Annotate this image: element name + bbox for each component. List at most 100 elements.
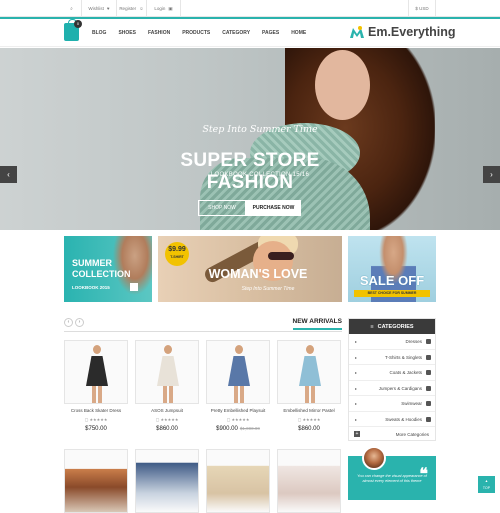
product-rating: ▢ ★★★★★ — [226, 417, 250, 422]
product-card[interactable]: ASOS Jumpsuit ▢ ★★★★★ $860.00 — [135, 340, 199, 432]
carousel-next-button[interactable]: › — [75, 318, 84, 327]
more-categories-link[interactable]: + More Categories — [349, 427, 435, 442]
product-image[interactable] — [64, 449, 128, 513]
testimonial-text: You can change the visual appearance of … — [357, 474, 427, 483]
nav-item-pages[interactable]: PAGES — [256, 30, 285, 36]
category-item-swimwear[interactable]: ▸ Swimwear — [349, 396, 435, 412]
avatar — [362, 446, 386, 470]
dress-figure — [296, 345, 324, 403]
hero-slider: Step Into Summer Time SUPER STORE FASHIO… — [0, 48, 500, 230]
hero-collection: LOOKBOOK COLLECTION 15/16 — [210, 172, 310, 178]
logo-icon — [350, 26, 364, 38]
categories-panel: ≡ CATEGORIES ▸ Dresses ▸ T-Shirts & Single… — [348, 318, 436, 441]
wishlist-label: Wishlist — [88, 6, 104, 11]
heart-icon: ♥ — [106, 6, 110, 11]
category-item-jumpers[interactable]: ▸ Jumpers & Cardigans — [349, 381, 435, 396]
dress-figure — [83, 345, 111, 403]
category-icon — [426, 416, 431, 422]
top-bar: ⌕ Wishlist ♥ Register ☺ Login ▣ $ USD — [0, 0, 500, 17]
list-icon: ≡ — [370, 323, 374, 330]
product-rating: ▢ ★★★★★ — [155, 417, 179, 422]
nav-item-category[interactable]: CATEGORY — [216, 30, 256, 36]
search-button[interactable]: ⌕ — [62, 0, 82, 17]
banner-title: WOMAN'S LOVE — [208, 267, 308, 281]
product-price: $900.00 $1,000.00 — [216, 426, 260, 432]
product-name[interactable]: Cross Back Skater Dress — [64, 408, 128, 413]
chevron-right-icon: › — [490, 170, 493, 179]
cart-count: 0 — [74, 20, 82, 28]
plus-icon: + — [354, 431, 360, 437]
currency-selector[interactable]: $ USD — [408, 0, 436, 17]
nav-item-shoes[interactable]: SHOES — [112, 30, 142, 36]
category-item-dresses[interactable]: ▸ Dresses — [349, 334, 435, 350]
sunglasses-image — [268, 252, 294, 260]
product-name[interactable]: ASOS Jumpsuit — [135, 408, 199, 413]
login-label: Login — [154, 6, 166, 11]
product-card[interactable] — [135, 449, 199, 513]
nav-item-blog[interactable]: BLOG — [86, 30, 112, 36]
dress-figure — [225, 345, 253, 403]
category-item-tshirts[interactable]: ▸ T-Shirts & Singlets — [349, 350, 435, 365]
carousel-prev-button[interactable]: ‹ — [64, 318, 73, 327]
womans-love-banner[interactable]: $9.99 T-SHIRT WOMAN'S LOVE Step Into Summ… — [158, 236, 342, 302]
product-image[interactable] — [64, 340, 128, 404]
categories-header: ≡ CATEGORIES — [349, 319, 435, 334]
price-badge: $9.99 T-SHIRT — [165, 242, 189, 266]
lock-icon: ▣ — [168, 5, 173, 11]
hero-image-face — [315, 50, 370, 120]
shop-now-button[interactable]: SHOP NOW — [198, 200, 246, 216]
scroll-to-top-button[interactable]: ▲ TOP — [478, 476, 495, 493]
nav-item-home[interactable]: HOME — [285, 30, 312, 36]
register-link[interactable]: Register ☺ — [117, 0, 147, 17]
chevron-left-icon: ‹ — [7, 170, 10, 179]
product-old-price: $1,000.00 — [239, 426, 260, 431]
slider-prev-button[interactable]: ‹ — [0, 166, 17, 183]
login-link[interactable]: Login ▣ — [147, 0, 181, 17]
nav-item-fashion[interactable]: FASHION — [142, 30, 176, 36]
product-name[interactable]: Embellished Mirror Pastel — [277, 408, 341, 413]
cart-button[interactable]: 0 — [64, 19, 82, 41]
category-icon — [426, 370, 431, 375]
product-card[interactable]: Cross Back Skater Dress ▢ ★★★★★ $750.00 — [64, 340, 128, 432]
product-image[interactable] — [277, 340, 341, 404]
banner-title: SUMMER COLLECTION — [72, 258, 131, 279]
product-rating: ▢ ★★★★★ — [297, 417, 321, 422]
dress-figure — [154, 345, 182, 403]
product-card[interactable] — [206, 449, 270, 513]
banner-subtitle: LOOKBOOK 2015 — [72, 285, 110, 290]
product-image[interactable] — [135, 449, 199, 513]
banner-subtitle: Step Into Summer Time — [241, 286, 295, 292]
purchase-now-button[interactable]: PURCHASE NOW — [246, 200, 301, 216]
search-icon: ⌕ — [70, 6, 73, 11]
banner-bag-icon — [130, 283, 138, 291]
product-name[interactable]: Pretty Embellished Playsuit — [206, 408, 270, 413]
wishlist-link[interactable]: Wishlist ♥ — [82, 0, 117, 17]
product-image[interactable] — [206, 340, 270, 404]
nav-item-products[interactable]: PRODUCTS — [176, 30, 216, 36]
site-logo[interactable]: Em.Everything — [350, 25, 456, 39]
logo-text: Em.Everything — [368, 25, 456, 39]
product-price: $860.00 — [156, 426, 178, 432]
category-item-sweats[interactable]: ▸ Sweats & Hoodies — [349, 412, 435, 427]
category-item-coats[interactable]: ▸ Coats & Jackets — [349, 365, 435, 381]
product-card[interactable] — [64, 449, 128, 513]
product-card[interactable]: Embellished Mirror Pastel ▢ ★★★★★ $860.0… — [277, 340, 341, 432]
product-card[interactable] — [277, 449, 341, 513]
product-image[interactable] — [206, 449, 270, 513]
section-title: NEW ARRIVALS — [292, 318, 342, 330]
summer-collection-banner[interactable]: SUMMER COLLECTION LOOKBOOK 2015 — [64, 236, 152, 302]
product-price: $750.00 — [85, 426, 107, 432]
product-card[interactable]: Pretty Embellished Playsuit ▢ ★★★★★ $900… — [206, 340, 270, 432]
product-image[interactable] — [277, 449, 341, 513]
carousel-pager: ‹ › — [64, 318, 84, 327]
nav-menu: BLOG SHOES FASHION PRODUCTS CATEGORY PAG… — [86, 19, 312, 47]
banner-subtitle: BEST CHOICE FOR SUMMER — [354, 290, 430, 297]
testimonial-box: ❝ You can change the visual appearance o… — [348, 446, 436, 500]
product-price: $860.00 — [298, 426, 320, 432]
category-icon — [426, 354, 431, 360]
sale-off-banner[interactable]: SALE OFF BEST CHOICE FOR SUMMER — [348, 236, 436, 302]
chevron-up-icon: ▲ — [484, 479, 489, 483]
product-image[interactable] — [135, 340, 199, 404]
slider-next-button[interactable]: › — [483, 166, 500, 183]
categories-title: CATEGORIES — [377, 323, 414, 330]
